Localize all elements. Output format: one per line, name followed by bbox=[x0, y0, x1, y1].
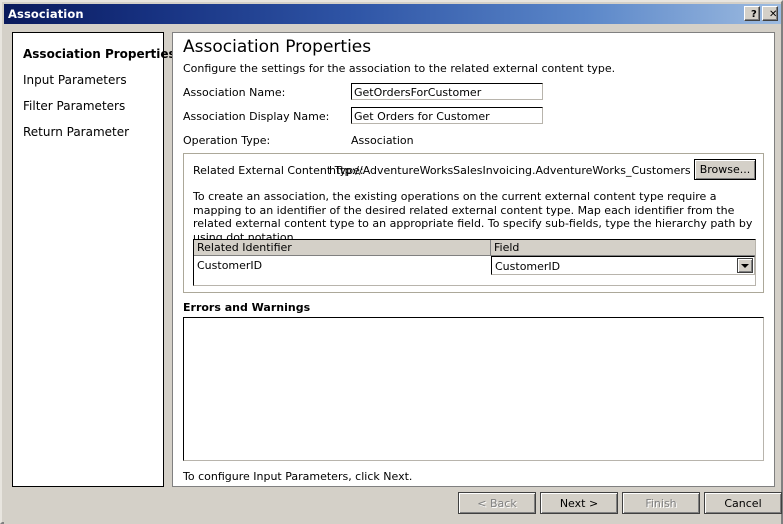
back-button[interactable]: < Back bbox=[458, 492, 536, 514]
association-name-input[interactable] bbox=[351, 83, 543, 100]
main-panel: Association Properties Configure the set… bbox=[172, 32, 775, 487]
errors-and-warnings-label: Errors and Warnings bbox=[183, 301, 311, 314]
window-title: Association bbox=[8, 7, 84, 21]
table-row: CustomerID CustomerID bbox=[194, 256, 755, 275]
close-icon[interactable]: ✕ bbox=[762, 6, 778, 21]
title-bar: Association ? ✕ bbox=[4, 4, 781, 24]
cancel-button[interactable]: Cancel bbox=[704, 492, 782, 514]
page-description: Configure the settings for the associati… bbox=[183, 62, 616, 75]
cell-related-identifier[interactable]: CustomerID bbox=[194, 256, 491, 275]
next-step-hint: To configure Input Parameters, click Nex… bbox=[183, 470, 413, 483]
chevron-down-icon[interactable] bbox=[737, 258, 753, 273]
related-content-type-group: Related External Content Type: http://Ad… bbox=[183, 153, 764, 293]
cell-field: CustomerID bbox=[491, 256, 755, 275]
column-header-field[interactable]: Field bbox=[491, 240, 755, 256]
next-button[interactable]: Next > bbox=[540, 492, 618, 514]
field-combobox[interactable]: CustomerID bbox=[491, 256, 755, 275]
field-combobox-value: CustomerID bbox=[495, 260, 561, 273]
operation-type-label: Operation Type: bbox=[183, 134, 271, 147]
dialog-footer: < Back Next > Finish Cancel bbox=[4, 491, 782, 524]
finish-button[interactable]: Finish bbox=[622, 492, 700, 514]
mapping-instructions: To create an association, the existing o… bbox=[193, 190, 753, 244]
operation-type-value: Association bbox=[351, 134, 414, 147]
dialog-window: Association ? ✕ Association Properties I… bbox=[0, 0, 783, 524]
association-display-name-label: Association Display Name: bbox=[183, 110, 330, 123]
identifier-field-mapping-grid: Related Identifier Field CustomerID Cust… bbox=[193, 239, 756, 286]
sidebar-item-filter-parameters[interactable]: Filter Parameters bbox=[13, 93, 163, 119]
grid-header-row: Related Identifier Field bbox=[194, 240, 755, 256]
page-title: Association Properties bbox=[183, 37, 372, 57]
association-display-name-input[interactable] bbox=[351, 107, 543, 124]
column-header-related-identifier[interactable]: Related Identifier bbox=[194, 240, 491, 256]
wizard-step-list: Association Properties Input Parameters … bbox=[12, 32, 176, 487]
related-content-type-value: http://AdventureWorksSalesInvoicing.Adve… bbox=[329, 164, 691, 177]
errors-and-warnings-list[interactable] bbox=[183, 317, 764, 461]
help-icon[interactable]: ? bbox=[744, 6, 760, 21]
sidebar-item-input-parameters[interactable]: Input Parameters bbox=[13, 67, 163, 93]
sidebar-item-association-properties[interactable]: Association Properties bbox=[13, 41, 176, 67]
sidebar-item-return-parameter[interactable]: Return Parameter bbox=[13, 119, 163, 145]
browse-button[interactable]: Browse... bbox=[694, 159, 756, 180]
title-bar-buttons: ? ✕ bbox=[744, 6, 778, 21]
association-name-label: Association Name: bbox=[183, 86, 286, 99]
